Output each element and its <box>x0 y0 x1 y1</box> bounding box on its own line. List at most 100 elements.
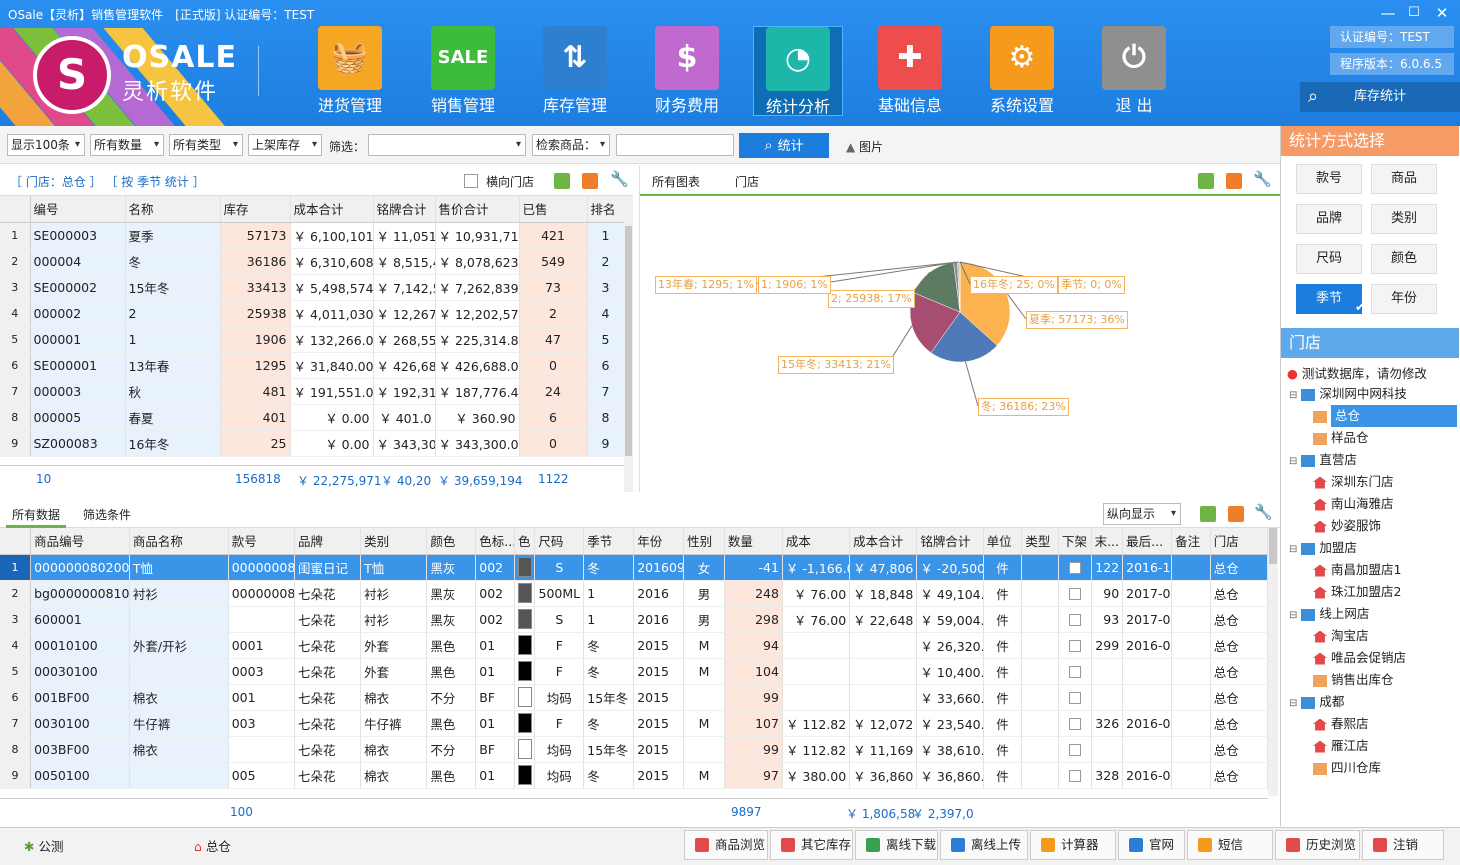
chart-wrench-icon[interactable]: 🔧 <box>1253 170 1272 188</box>
nav-pie[interactable]: ◔ 统计分析 <box>753 26 843 116</box>
table-row[interactable]: 6 001BF00 棉衣 001 七朵花 棉衣 不分 BF 均码 15年冬 2015 99 ￥ 33,6… <box>0 684 1268 711</box>
nav-power[interactable]: ⏻ 退 出 <box>1089 26 1179 116</box>
tree-node[interactable]: 唯品会促销店 <box>1281 647 1459 669</box>
upper-col-header[interactable]: 铭牌合计 <box>373 196 436 223</box>
lower-col-header[interactable]: 类别 <box>360 528 428 555</box>
status-button[interactable]: 其它库存 <box>770 830 853 860</box>
lower-col-header[interactable]: 品牌 <box>294 528 362 555</box>
lower-wrench-icon[interactable]: 🔧 <box>1254 503 1273 521</box>
lower-col-header[interactable]: 季节 <box>583 528 635 555</box>
lower-excel-icon[interactable] <box>1200 506 1216 522</box>
collapse-icon[interactable]: ⊟ <box>1289 390 1297 401</box>
tree-node[interactable]: 销售出库仓 <box>1281 669 1459 691</box>
maximize-button[interactable]: ☐ <box>1404 3 1424 23</box>
onshelf-select[interactable]: 上架库存 <box>248 134 322 156</box>
stat-by-button[interactable]: 年份 <box>1371 284 1437 314</box>
offshelf-checkbox[interactable] <box>1068 692 1081 704</box>
table-row[interactable]: 6 SE000001 13年春 1295 ￥ 31,840.00 ￥ 426,68 ￥ 42… <box>0 352 624 379</box>
table-row[interactable]: 3SE00000215年冬33413￥ 5,498,574.6￥ 7,142,5… <box>0 274 624 301</box>
status-button[interactable]: 注销 <box>1362 830 1444 860</box>
lower-col-header[interactable]: 末... <box>1091 528 1124 555</box>
table-row[interactable]: 9 SZ000083 16年冬 25 ￥ 0.00 ￥ 343,30 ￥ 343,300.0… <box>0 430 624 457</box>
collapse-icon[interactable]: ⊟ <box>1289 544 1297 555</box>
lower-col-header[interactable]: 门店 <box>1210 528 1268 555</box>
minimize-button[interactable]: — <box>1378 3 1398 23</box>
table-row[interactable]: 5 000001 1 1906 ￥ 132,266.00 ￥ 268,55 ￥ 225,31… <box>0 326 624 353</box>
lower-col-header[interactable]: 尺码 <box>534 528 585 555</box>
status-button[interactable]: 短信 <box>1187 830 1273 860</box>
excel-icon[interactable] <box>554 173 570 189</box>
upper-col-header[interactable]: 库存 <box>220 196 291 223</box>
tree-node[interactable]: 样品仓 <box>1281 427 1459 449</box>
lower-col-header[interactable]: 年份 <box>633 528 685 555</box>
lower-col-header[interactable]: 款号 <box>228 528 295 555</box>
show-count-select[interactable]: 显示100条 <box>7 134 85 156</box>
type-select[interactable]: 所有类型 <box>169 134 243 156</box>
wrench-icon[interactable]: 🔧 <box>610 170 629 188</box>
view-mode-select[interactable]: 纵向显示 <box>1103 503 1181 525</box>
stat-by-button[interactable]: 类别 <box>1371 204 1437 234</box>
nav-money-bag[interactable]: $ 财务费用 <box>642 26 732 116</box>
collapse-icon[interactable]: ⊟ <box>1289 456 1297 467</box>
table-row[interactable]: 3 600001 七朵花 衬衫 黑灰 002 S 1 2016 男 298 ￥ 76.00 ￥ 22,6… <box>0 606 1268 633</box>
nav-sale[interactable]: SALE 销售管理 <box>418 26 508 116</box>
lower-col-header[interactable]: 成本合计 <box>849 528 918 555</box>
tree-node[interactable]: 淘宝店 <box>1281 625 1459 647</box>
offshelf-checkbox[interactable] <box>1068 770 1081 782</box>
tree-node[interactable]: 南昌加盟店1 <box>1281 559 1459 581</box>
tree-node[interactable]: ⊟ 深圳网中网科技 <box>1281 383 1459 405</box>
tree-node[interactable]: 雁江店 <box>1281 735 1459 757</box>
stock-stat-box[interactable]: ⌕ 库存统计 <box>1300 82 1460 112</box>
status-button[interactable]: 离线下载 <box>855 830 938 860</box>
table-row[interactable]: 7 000003 秋 481 ￥ 191,551.00 ￥ 192,31 ￥ 187,776… <box>0 378 624 405</box>
tree-node[interactable]: 春熙店 <box>1281 713 1459 735</box>
lower-col-header[interactable]: 颜色 <box>426 528 477 555</box>
tree-node[interactable]: ⊟ 成都 <box>1281 691 1459 713</box>
close-button[interactable]: ✕ <box>1432 3 1452 23</box>
lower-col-header[interactable]: 最后... <box>1122 528 1173 555</box>
chart-export-icon[interactable] <box>1226 173 1242 189</box>
lower-scrollbar[interactable] <box>1268 528 1278 796</box>
table-row[interactable]: 5 00030100 0003 七朵花 外套 黑色 01 F 冬 2015 M 104 ￥ 10,400… <box>0 658 1268 685</box>
offshelf-checkbox[interactable] <box>1068 614 1081 626</box>
search-input[interactable] <box>616 134 734 156</box>
tree-node[interactable]: ⊟ 加盟店 <box>1281 537 1459 559</box>
lower-export-icon[interactable] <box>1228 506 1244 522</box>
horizontal-store-checkbox[interactable] <box>464 174 478 188</box>
lower-col-header[interactable]: 备注 <box>1171 528 1211 555</box>
tree-node[interactable]: 深圳东门店 <box>1281 471 1459 493</box>
offshelf-checkbox[interactable] <box>1068 588 1081 600</box>
status-button[interactable]: 官网 <box>1118 830 1185 860</box>
stat-by-button[interactable]: 品牌 <box>1296 204 1362 234</box>
current-store-item[interactable]: ⌂ 总仓 <box>194 836 231 855</box>
nav-basket[interactable]: 🧺 进货管理 <box>305 26 395 116</box>
upper-col-header[interactable]: 成本合计 <box>290 196 374 223</box>
offshelf-checkbox[interactable] <box>1068 640 1081 652</box>
tree-node[interactable]: 四川仓库 <box>1281 757 1459 779</box>
tab-store-chart[interactable]: 门店 <box>735 173 759 190</box>
lower-col-header[interactable]: 成本 <box>782 528 851 555</box>
table-row[interactable]: 7 0030100 牛仔裤 003 七朵花 牛仔裤 黑色 01 F 冬 2015 M 107 ￥ 112.… <box>0 710 1268 737</box>
filter-select[interactable] <box>368 134 526 156</box>
nav-puzzle[interactable]: ✚ 基础信息 <box>865 26 955 116</box>
offshelf-checkbox[interactable] <box>1068 744 1081 756</box>
tree-node[interactable]: 总仓 <box>1281 405 1459 427</box>
table-row[interactable]: 2000004冬36186￥ 6,310,608.8￥ 8,515,4￥ 8,0… <box>0 248 624 275</box>
status-button[interactable]: 计算器 <box>1030 830 1116 860</box>
picture-toggle[interactable]: ▲ 图片 <box>846 138 883 155</box>
quantity-select[interactable]: 所有数量 <box>90 134 164 156</box>
chart-excel-icon[interactable] <box>1198 173 1214 189</box>
table-row[interactable]: 2bg00000008100衬衫000000081七朵花衬衫黑灰002500ML… <box>0 580 1268 607</box>
lower-col-header[interactable]: 数量 <box>724 528 783 555</box>
status-button[interactable]: 历史浏览 <box>1275 830 1360 860</box>
tree-node[interactable]: 妙姿服饰 <box>1281 515 1459 537</box>
nav-box[interactable]: ⇅ 库存管理 <box>530 26 620 116</box>
tree-node[interactable]: ⊟ 直营店 <box>1281 449 1459 471</box>
table-row[interactable]: 1SE000003夏季57173￥ 6,100,101.2￥ 11,051￥ 1… <box>0 222 624 249</box>
lower-col-header[interactable]: 色 <box>514 528 536 555</box>
table-row[interactable]: 9 0050100 005 七朵花 棉衣 黑色 01 均码冬 2015 M 97 ￥ 380.00 ￥ … <box>0 762 1268 789</box>
collapse-icon[interactable]: ⊟ <box>1289 698 1297 709</box>
lower-col-header[interactable]: 下架 <box>1058 528 1092 555</box>
collapse-icon[interactable]: ⊟ <box>1289 610 1297 621</box>
offshelf-checkbox[interactable] <box>1068 666 1081 678</box>
